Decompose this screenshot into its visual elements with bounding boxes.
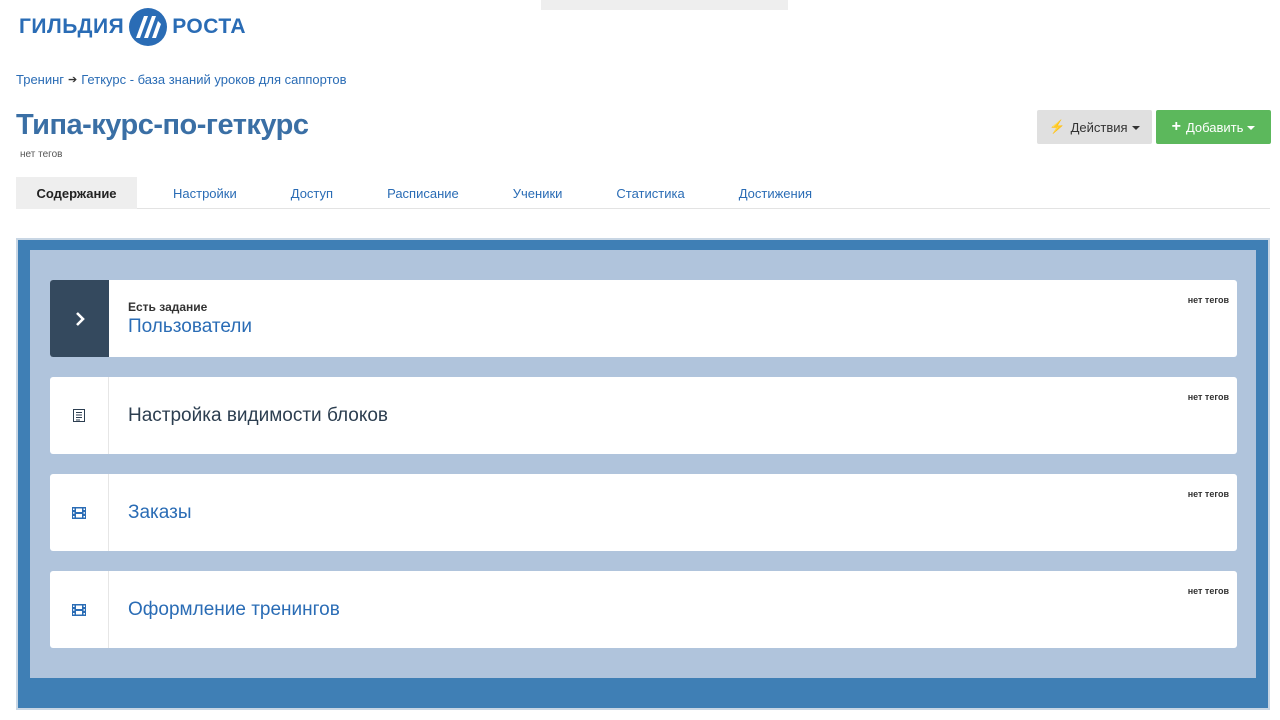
tab-students[interactable]: Ученики (513, 177, 563, 209)
lesson-tags: нет тегов (1187, 489, 1229, 499)
lesson-tags: нет тегов (1187, 586, 1229, 596)
film-icon (50, 474, 109, 551)
lessons-list: Есть задание Пользователи нет тегов Наст… (30, 250, 1256, 678)
breadcrumb: Тренинг ➔ Геткурс - база знаний уроков д… (16, 72, 347, 87)
tab-schedule[interactable]: Расписание (387, 177, 459, 209)
lessons-frame: Есть задание Пользователи нет тегов Наст… (16, 238, 1270, 710)
tab-achievements[interactable]: Достижения (739, 177, 812, 209)
caret-down-icon (1131, 126, 1140, 130)
lesson-tags: нет тегов (1187, 392, 1229, 402)
film-icon (50, 571, 109, 648)
add-button-label: Добавить (1185, 119, 1244, 135)
actions-button-label: Действия (1070, 119, 1128, 135)
lesson-title[interactable]: Пользователи (128, 316, 1237, 338)
document-icon (50, 377, 109, 454)
logo-text-left: ГИЛЬДИЯ (19, 15, 125, 38)
tab-content[interactable]: Содержание (16, 177, 137, 209)
lesson-item[interactable]: Настройка видимости блоков нет тегов (50, 377, 1237, 454)
lesson-subtitle: Есть задание (128, 299, 208, 314)
tab-statistics[interactable]: Статистика (616, 177, 684, 209)
page-tags: нет тегов (20, 149, 63, 160)
caret-down-icon (1247, 126, 1256, 130)
plus-icon: + (1171, 118, 1181, 135)
logo[interactable]: ГИЛЬДИЯ РОСТА (19, 6, 246, 48)
add-button[interactable]: + Добавить (1156, 110, 1271, 144)
lesson-title[interactable]: Оформление тренингов (128, 599, 1237, 621)
logo-mark-icon (129, 8, 168, 46)
tab-access[interactable]: Доступ (291, 177, 333, 209)
breadcrumb-item-training[interactable]: Тренинг (16, 72, 64, 87)
tab-settings[interactable]: Настройки (173, 177, 237, 209)
arrow-right-icon: ➔ (68, 74, 78, 86)
logo-text-right: РОСТА (172, 15, 247, 38)
lesson-title[interactable]: Настройка видимости блоков (128, 405, 1237, 427)
breadcrumb-item-course[interactable]: Геткурс - база знаний уроков для саппорт… (81, 72, 346, 87)
page-title: Типа-курс-по-геткурс (16, 109, 309, 141)
actions-button[interactable]: ⚡ Действия (1037, 110, 1152, 144)
lesson-item[interactable]: Есть задание Пользователи нет тегов (50, 280, 1237, 357)
lesson-tags: нет тегов (1187, 295, 1229, 305)
lightning-icon: ⚡ (1049, 119, 1066, 134)
lesson-item[interactable]: Заказы нет тегов (50, 474, 1237, 551)
tabs: Содержание Настройки Доступ Расписание У… (16, 177, 1270, 209)
lesson-title[interactable]: Заказы (128, 502, 1237, 524)
lesson-item[interactable]: Оформление тренингов нет тегов (50, 571, 1237, 648)
chevron-right-icon[interactable] (50, 280, 109, 357)
top-strip (541, 0, 788, 10)
